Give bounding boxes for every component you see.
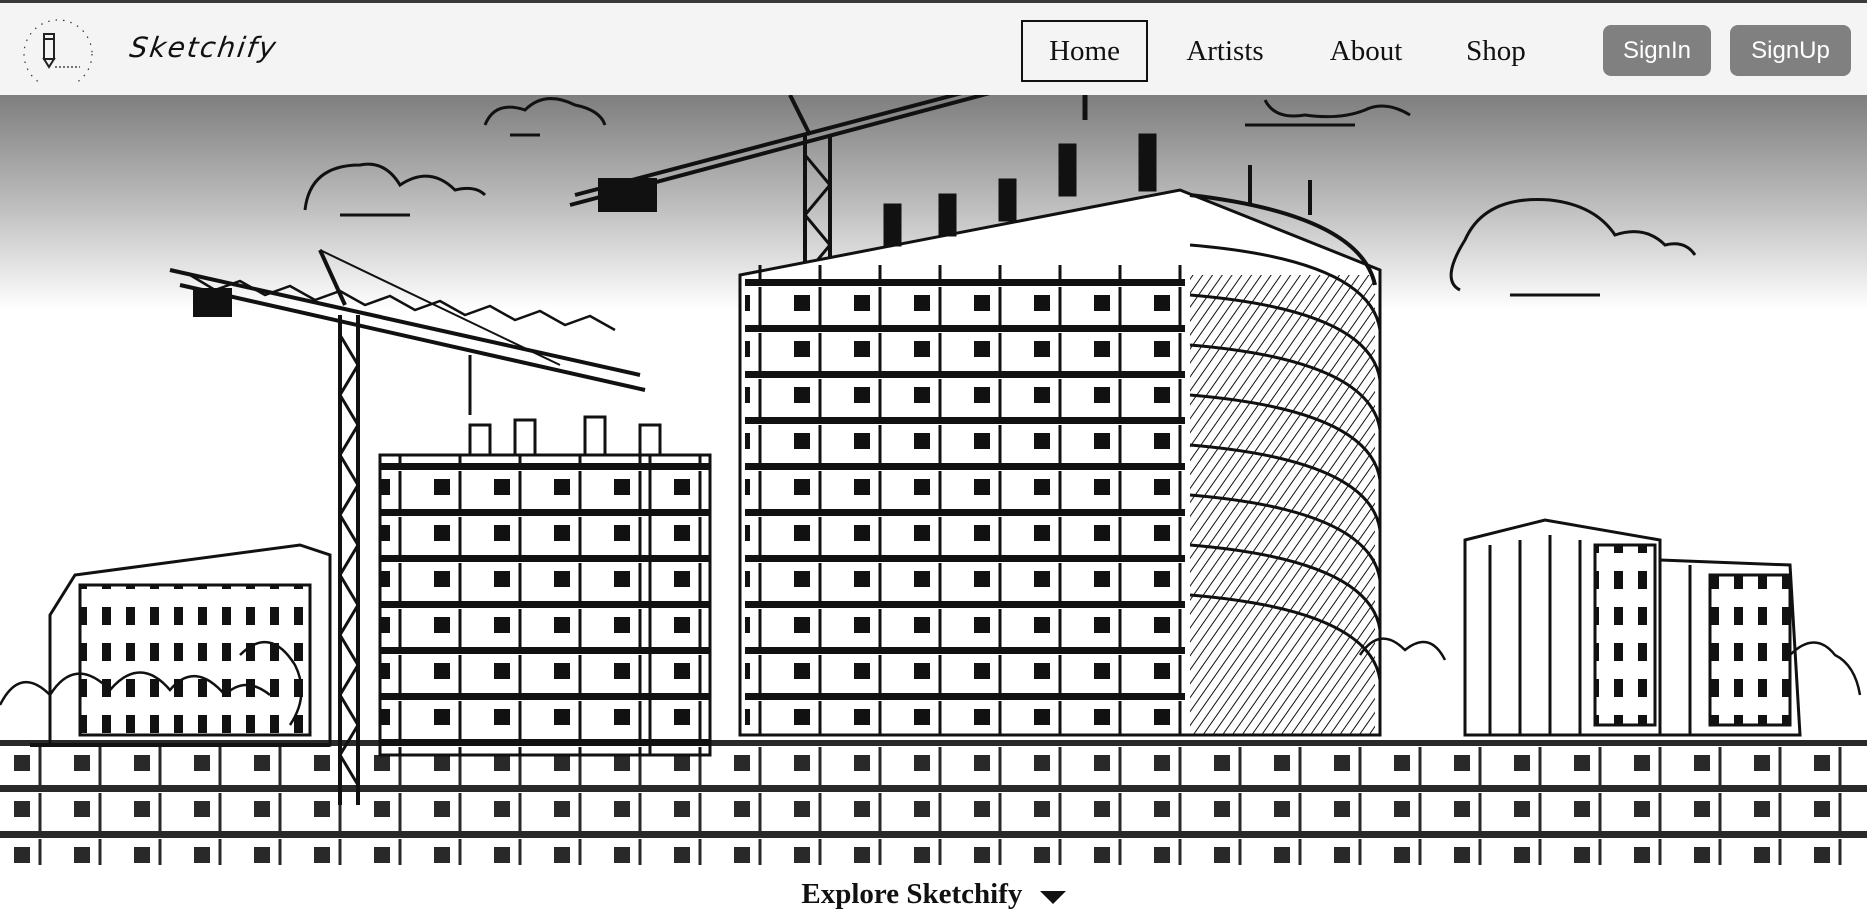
nav-home[interactable]: Home [1021,20,1148,82]
brand-name[interactable]: Sketchify [128,31,280,64]
nav-shop[interactable]: Shop [1458,20,1534,82]
middle-left-building [378,415,712,757]
navbar: Sketchify Home Artists About Shop SignIn… [0,3,1867,95]
hero-construction-illustration [0,95,1867,865]
nav-artists[interactable]: Artists [1180,20,1270,82]
explore-section[interactable]: Explore Sketchify [0,878,1867,913]
caret-down-icon[interactable] [1039,880,1066,913]
main-building [738,133,1382,737]
nav-about[interactable]: About [1320,20,1412,82]
right-building [1463,518,1802,737]
explore-label[interactable]: Explore Sketchify [801,878,1022,910]
signup-button[interactable]: SignUp [1730,25,1851,76]
left-building [30,543,332,747]
logo-pencil-icon[interactable] [22,17,116,89]
signin-button[interactable]: SignIn [1603,25,1711,76]
